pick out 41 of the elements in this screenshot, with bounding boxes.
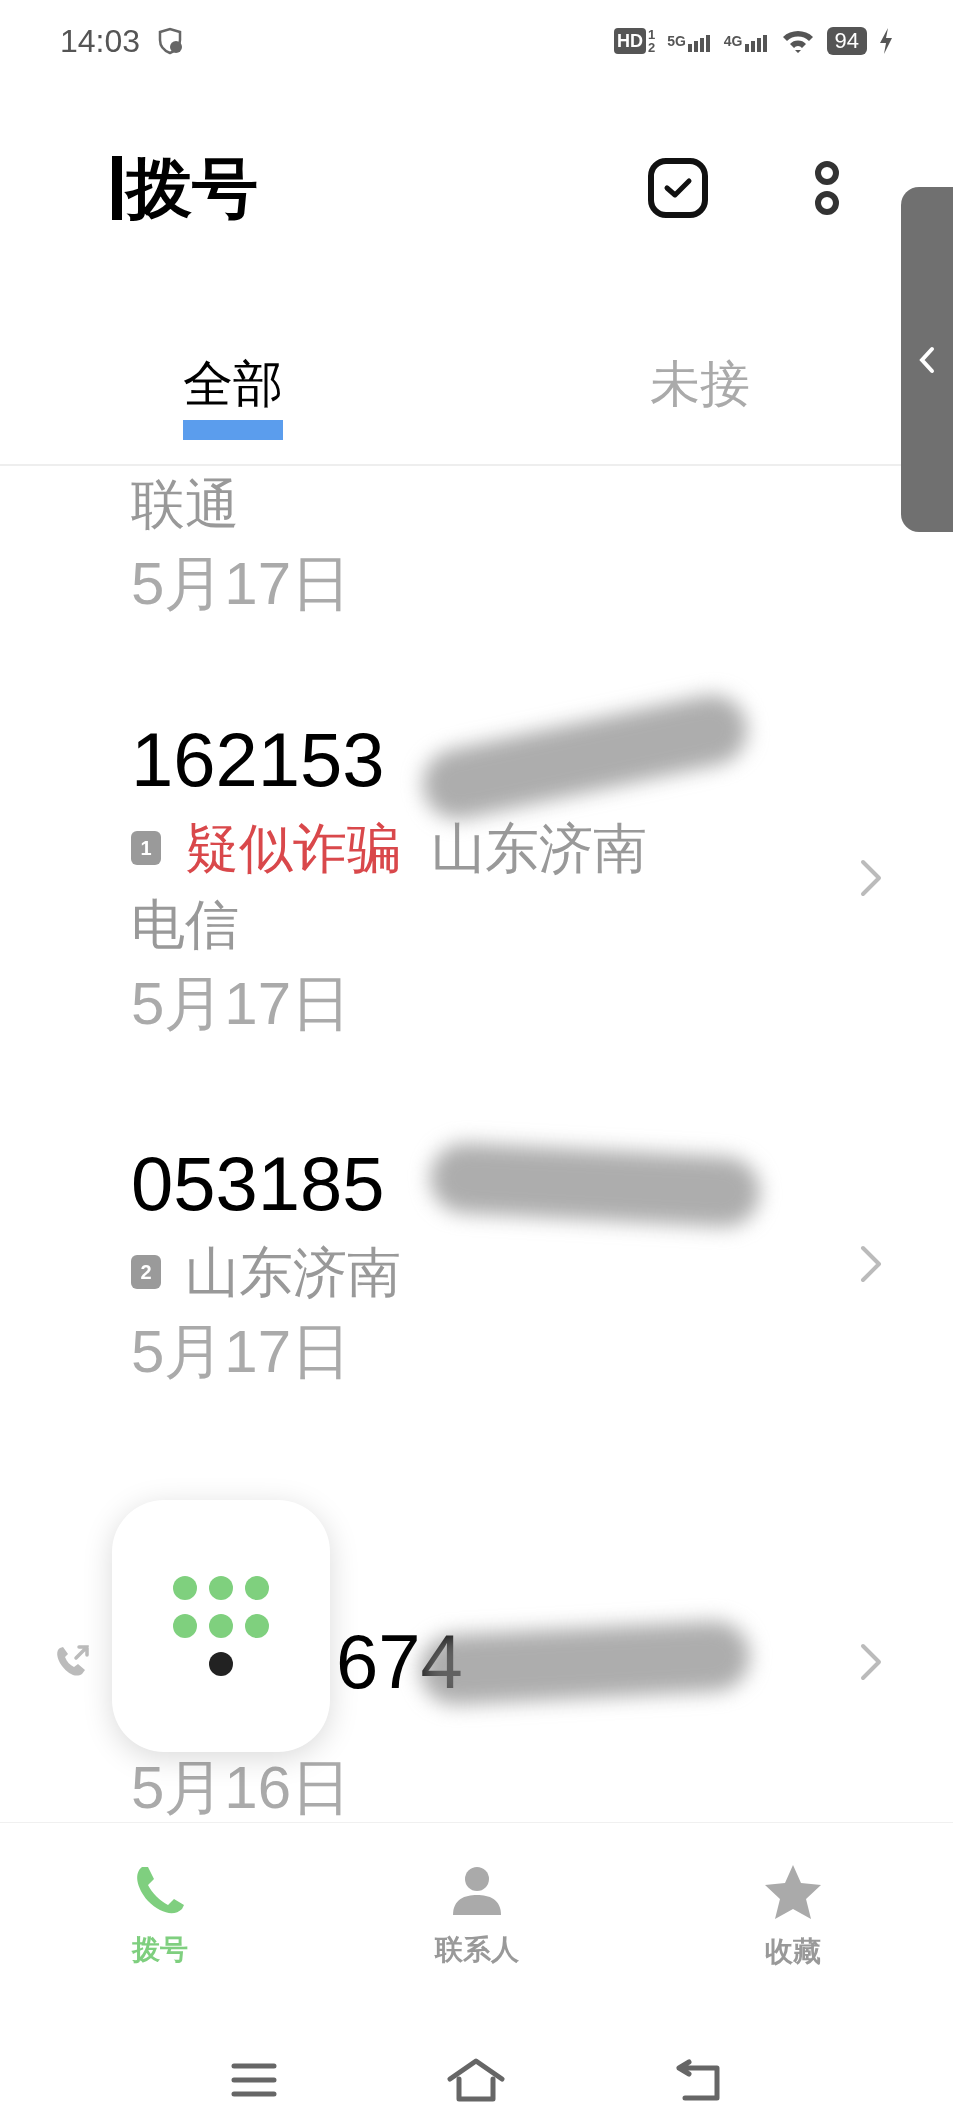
- menu-icon[interactable]: [230, 2062, 277, 2098]
- nav-tab[interactable]: 拨号: [80, 1823, 240, 1992]
- sim-slot-number: 1: [647, 28, 656, 41]
- network-label: 5G: [667, 31, 686, 51]
- caller-location: 山东济南: [185, 1241, 401, 1304]
- phone-number: 674: [336, 1618, 463, 1706]
- hd-badge: HD: [613, 28, 646, 54]
- sim-slot-number: 2: [647, 41, 656, 54]
- side-panel-handle[interactable]: [901, 187, 953, 532]
- star-icon: [763, 1863, 823, 1921]
- shield-icon: [156, 27, 185, 55]
- status-time: 14:03: [60, 22, 141, 61]
- call-date: 5月17日: [131, 969, 352, 1039]
- spam-tag: 疑似诈骗: [185, 810, 401, 886]
- caller-location: 山东济南: [431, 817, 647, 880]
- call-date: 5月17日: [131, 549, 352, 619]
- select-icon[interactable]: [647, 157, 709, 219]
- charging-icon: [879, 28, 893, 54]
- tab[interactable]: 未接: [649, 352, 750, 440]
- text-cursor: [112, 156, 122, 220]
- sim-badge: 2: [131, 1255, 161, 1289]
- network-label: 4G: [723, 31, 743, 51]
- signal-icon: [687, 33, 712, 52]
- phone-number: 053185: [131, 1140, 385, 1228]
- battery-level: 94: [826, 27, 867, 55]
- call-date: 5月17日: [131, 1317, 352, 1387]
- back-icon[interactable]: [674, 2058, 723, 2102]
- chevron-left-icon: [919, 345, 935, 374]
- tab[interactable]: 全部: [183, 352, 284, 440]
- carrier-name: 电信: [131, 893, 239, 956]
- dialpad-icon: [173, 1576, 269, 1676]
- phone-number: 162153: [131, 716, 385, 804]
- page-title: 拨号: [126, 155, 258, 221]
- home-icon[interactable]: [446, 2057, 505, 2103]
- more-options-icon[interactable]: [813, 158, 841, 218]
- carrier-name: 联通: [131, 473, 239, 536]
- sim-badge: 1: [131, 831, 161, 865]
- call-date: 5月16日: [131, 1758, 352, 1818]
- signal-icon: [744, 33, 769, 52]
- nav-tab[interactable]: 收藏: [713, 1823, 873, 1992]
- nav-tab[interactable]: 联系人: [396, 1823, 557, 1992]
